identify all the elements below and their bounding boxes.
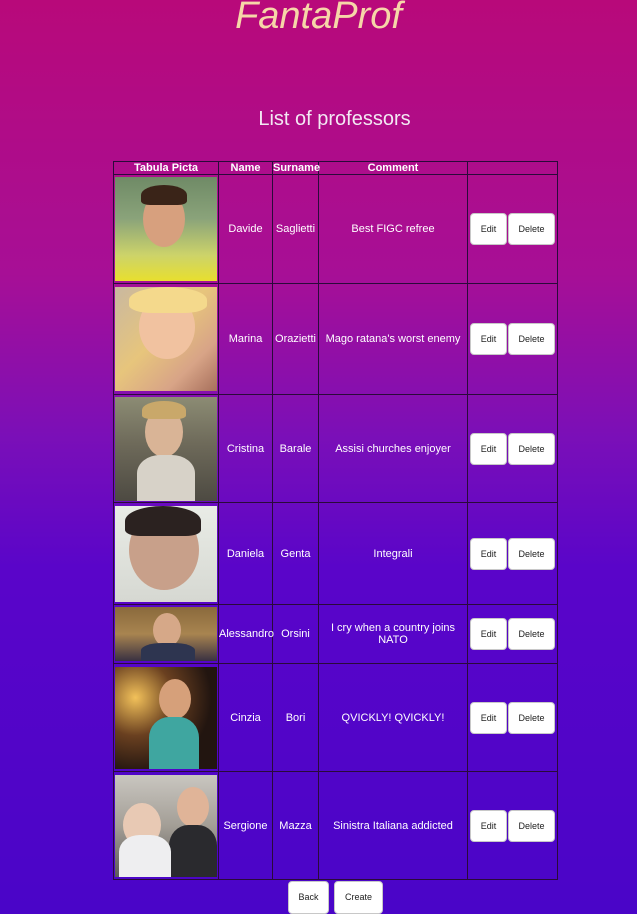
table-row: Marina Orazietti Mago ratana's worst ene… [113,283,558,395]
professor-name: Alessandro [218,604,274,664]
professor-name: Davide [218,174,273,284]
professor-name: Daniela [218,502,273,605]
footer-actions: Back Create [288,881,383,914]
delete-button[interactable]: Delete [508,701,555,734]
professor-photo [115,177,217,281]
professor-surname: Barale [272,394,319,503]
edit-button[interactable]: Edit [470,618,507,650]
professor-surname: Genta [272,502,319,605]
create-button[interactable]: Create [334,881,383,914]
row-actions: Edit Delete [467,502,558,605]
professor-name: Marina [218,283,273,395]
professor-name: Cristina [218,394,273,503]
professor-photo [115,607,217,661]
row-actions: Edit Delete [467,663,558,772]
table-header-row: Tabula Picta Name Surname Comment [113,161,558,175]
professor-photo [115,774,217,877]
photo-cell [113,604,219,664]
edit-button[interactable]: Edit [470,213,507,245]
table-row: Sergione Mazza Sinistra Italiana addicte… [113,771,558,880]
row-actions: Edit Delete [467,283,558,395]
professor-comment: QVICKLY! QVICKLY! [318,663,468,772]
table-row: Davide Saglietti Best FIGC refree Edit De… [113,174,558,284]
edit-button[interactable]: Edit [470,701,507,734]
column-header-picture: Tabula Picta [113,161,219,175]
professor-surname: Orsini [272,604,319,664]
photo-cell [113,663,219,772]
table-row: Alessandro Orsini I cry when a country j… [113,604,558,664]
photo-cell [113,771,219,880]
back-button[interactable]: Back [288,881,329,914]
app-title: FantaProf [235,0,402,37]
professor-comment: I cry when a country joins NATO [318,604,468,664]
professor-comment: Mago ratana's worst enemy [318,283,468,395]
photo-cell [113,502,219,605]
professor-photo [115,666,217,769]
professors-table: Tabula Picta Name Surname Comment Davide… [113,161,558,880]
row-actions: Edit Delete [467,604,558,664]
professor-comment: Assisi churches enjoyer [318,394,468,503]
professor-comment: Integrali [318,502,468,605]
edit-button[interactable]: Edit [470,432,507,465]
edit-button[interactable]: Edit [470,537,507,570]
professor-name: Cinzia [218,663,273,772]
row-actions: Edit Delete [467,771,558,880]
professor-comment: Sinistra Italiana addicted [318,771,468,880]
professor-surname: Mazza [272,771,319,880]
professor-surname: Orazietti [272,283,319,395]
column-header-name: Name [218,161,273,175]
delete-button[interactable]: Delete [508,432,555,465]
column-header-surname: Surname [272,161,321,175]
delete-button[interactable]: Delete [508,323,555,355]
photo-cell [113,394,219,503]
edit-button[interactable]: Edit [470,323,507,355]
photo-cell [113,283,219,395]
page-title: List of professors [258,108,411,130]
professor-surname: Saglietti [272,174,319,284]
column-header-actions [467,161,558,175]
professor-photo [115,505,217,602]
row-actions: Edit Delete [467,394,558,503]
column-header-comment: Comment [318,161,468,175]
table-row: Cinzia Bori QVICKLY! QVICKLY! Edit Delete [113,663,558,772]
table-row: Daniela Genta Integrali Edit Delete [113,502,558,605]
professor-name: Sergione [218,771,273,880]
professor-surname: Bori [272,663,319,772]
edit-button[interactable]: Edit [470,809,507,842]
delete-button[interactable]: Delete [508,809,555,842]
photo-cell [113,174,219,284]
professor-photo [115,287,217,391]
delete-button[interactable]: Delete [508,618,555,650]
delete-button[interactable]: Delete [508,537,555,570]
professor-comment: Best FIGC refree [318,174,468,284]
professor-photo [115,396,217,501]
delete-button[interactable]: Delete [508,213,555,245]
row-actions: Edit Delete [467,174,558,284]
table-row: Cristina Barale Assisi churches enjoyer … [113,394,558,503]
